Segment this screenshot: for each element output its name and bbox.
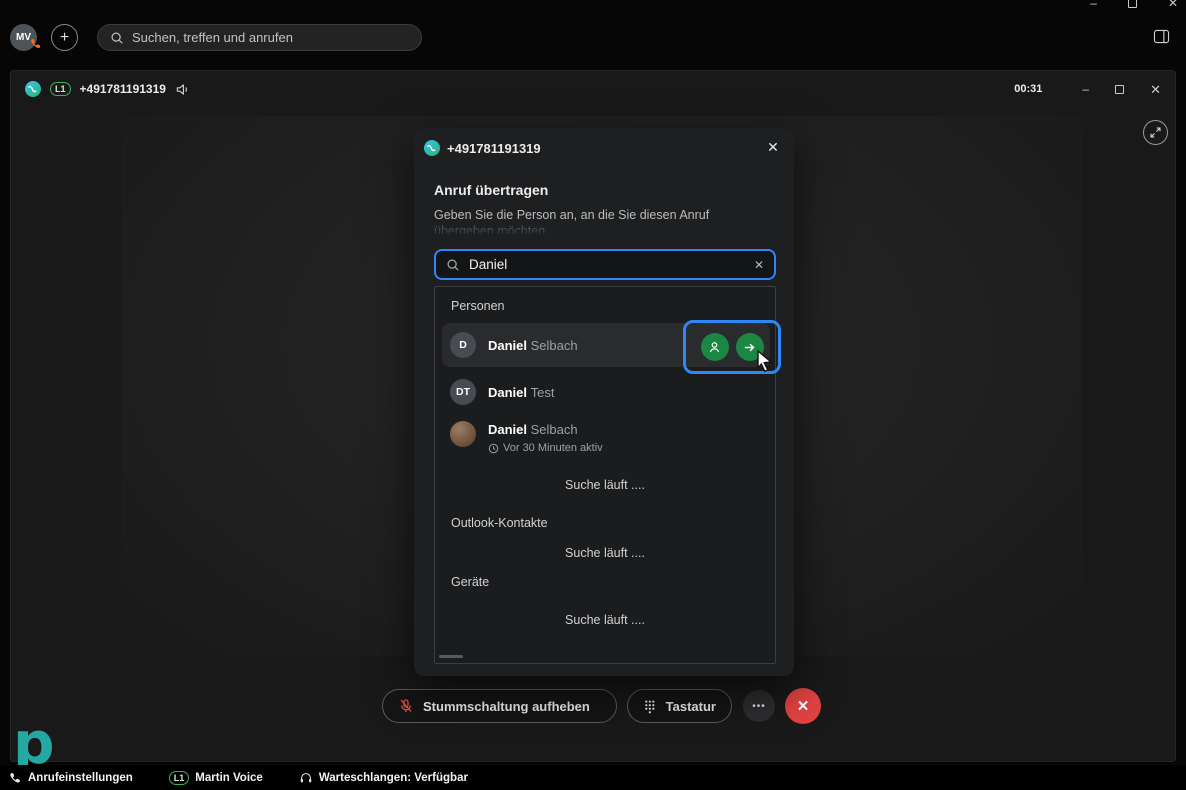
unmute-button[interactable]: Stummschaltung aufheben (382, 689, 617, 723)
contact-row-daniel-selbach-photo[interactable]: Daniel Selbach Vor 30 Minuten aktiv (442, 414, 770, 462)
contact-avatar: D (450, 332, 476, 358)
call-number: +491781191319 (79, 82, 166, 96)
person-icon (709, 341, 720, 352)
expand-icon[interactable] (1143, 120, 1168, 145)
app-topbar: MV + (0, 0, 1186, 62)
app-window: – ✕ MV + L1 +491 (0, 0, 1186, 790)
contact-name: Daniel Selbach (488, 337, 578, 353)
queues-icon (300, 772, 312, 782)
searching-text: Suche läuft .... (565, 478, 645, 492)
contact-row-daniel-test[interactable]: DT Daniel Test (442, 370, 770, 414)
peoplefone-logo: p (13, 709, 55, 777)
search-results-panel: Personen D Daniel Selbach DT Daniel Test… (434, 286, 781, 664)
call-window: L1 +491781191319 00:31 – ✕ +491781191319… (10, 70, 1176, 762)
section-devices: Geräte (451, 575, 490, 589)
dialog-phone-number: +491781191319 (447, 140, 541, 156)
queues-label: Warteschlangen: Verfügbar (318, 771, 468, 784)
searching-text: Suche läuft .... (565, 613, 645, 627)
contact-avatar: DT (450, 379, 476, 405)
section-outlook: Outlook-Kontakte (451, 516, 548, 530)
call-window-header: L1 +491781191319 00:31 – ✕ (11, 71, 1175, 107)
app-minimize-icon[interactable]: – (1090, 0, 1097, 9)
call-settings-button[interactable]: Anrufeinstellungen (8, 771, 133, 785)
call-timer: 00:31 (1014, 83, 1043, 95)
mic-off-icon (400, 699, 412, 712)
unmute-label: Stummschaltung aufheben (423, 698, 590, 714)
search-icon (447, 258, 459, 271)
mouse-cursor (757, 349, 773, 373)
call-minimize-icon[interactable]: – (1082, 83, 1089, 95)
dialog-header: +491781191319 (424, 140, 541, 156)
transfer-search-field[interactable]: ✕ (434, 249, 776, 280)
keypad-icon (645, 700, 655, 713)
dialog-close-icon[interactable]: ✕ (762, 136, 784, 158)
active-line[interactable]: L1 Martin Voice (168, 770, 263, 785)
end-call-button[interactable]: ✕ (785, 688, 821, 724)
active-call-icon (31, 39, 41, 49)
contact-photo (450, 421, 476, 447)
contact-name: Daniel Selbach Vor 30 Minuten aktiv (488, 422, 603, 454)
section-people: Personen (451, 299, 505, 313)
status-bar: Anrufeinstellungen L1 Martin Voice Warte… (0, 765, 1186, 790)
line-name: Martin Voice (195, 771, 263, 784)
webex-logo-icon (25, 81, 41, 97)
open-panel-icon[interactable] (1153, 29, 1170, 44)
subtitle-fade (434, 221, 764, 236)
keypad-button[interactable]: Tastatur (627, 689, 732, 723)
clear-search-icon[interactable]: ✕ (754, 258, 764, 272)
app-maximize-icon[interactable] (1127, 0, 1137, 8)
call-settings-icon (10, 772, 20, 783)
add-button[interactable]: + (51, 24, 78, 51)
webex-logo-icon (424, 140, 440, 156)
clock-icon (488, 443, 499, 453)
call-settings-label: Anrufeinstellungen (28, 771, 133, 784)
app-close-icon[interactable]: ✕ (1168, 0, 1178, 9)
line-badge: L1 (50, 82, 71, 96)
searching-text: Suche läuft .... (565, 546, 645, 560)
speaker-icon[interactable] (175, 82, 190, 97)
keypad-label: Tastatur (665, 698, 716, 714)
line-badge: L1 (168, 770, 190, 785)
global-search[interactable] (97, 24, 422, 51)
app-window-controls: – ✕ (1090, 0, 1178, 9)
user-avatar[interactable]: MV (10, 24, 41, 51)
transfer-search-input[interactable] (469, 257, 745, 272)
call-close-icon[interactable]: ✕ (1150, 83, 1161, 96)
global-search-input[interactable] (132, 30, 409, 45)
dialog-title: Anruf übertragen (434, 182, 549, 198)
queues-status[interactable]: Warteschlangen: Verfügbar (299, 771, 468, 785)
scroll-indicator[interactable] (439, 655, 463, 658)
more-options-button[interactable]: ••• (743, 690, 775, 722)
transfer-dialog: +491781191319 ✕ Anruf übertragen Geben S… (414, 128, 794, 676)
contact-name: Daniel Test (488, 384, 555, 400)
contact-status: Vor 30 Minuten aktiv (488, 442, 603, 454)
audio-call-button[interactable] (700, 333, 729, 361)
search-icon (111, 31, 123, 44)
call-maximize-icon[interactable] (1115, 84, 1125, 94)
